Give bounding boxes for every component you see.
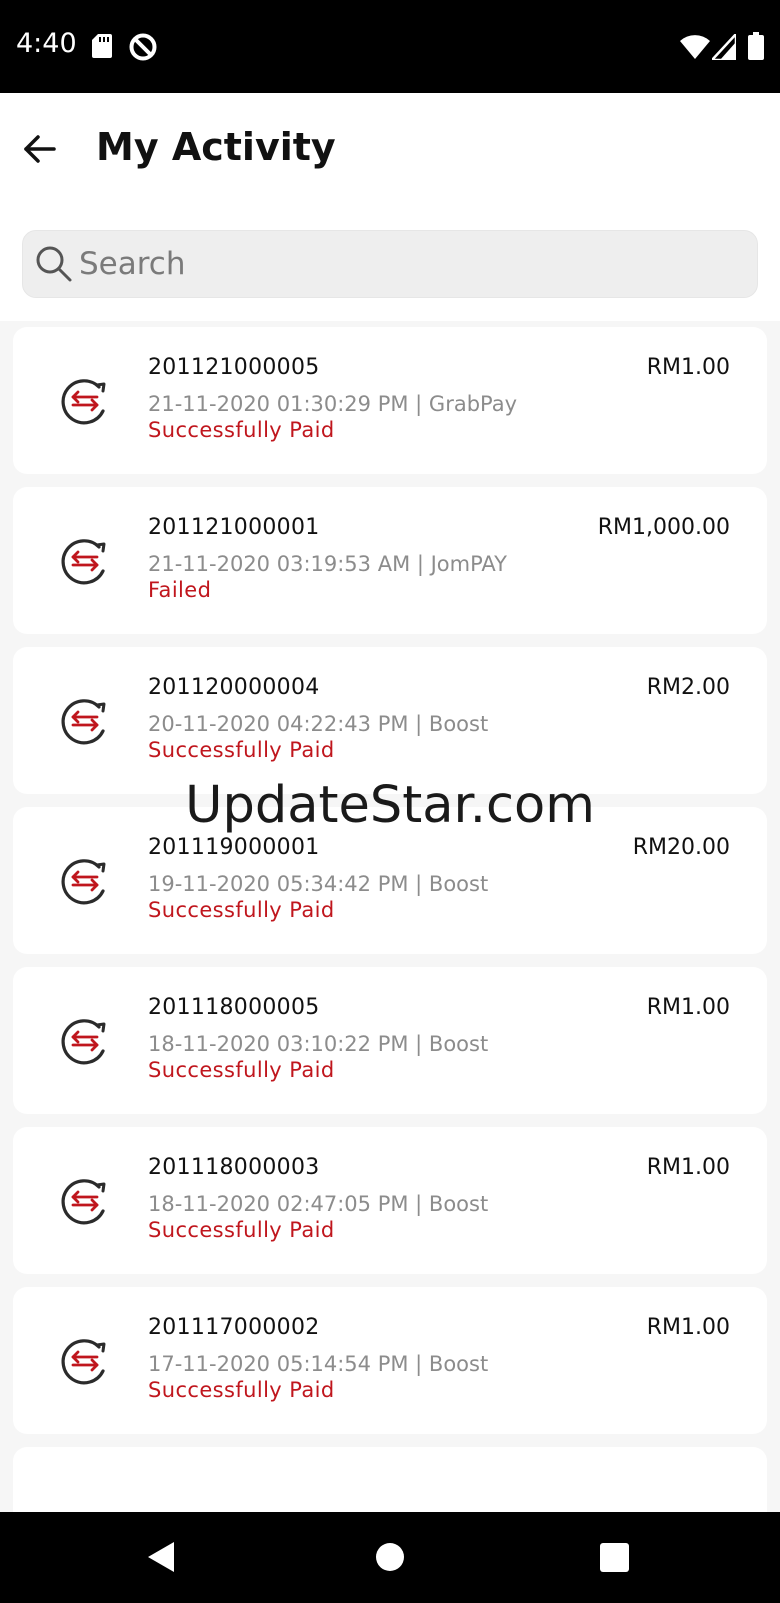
transaction-id: 201117000002 [148, 1315, 320, 1340]
transaction-card[interactable]: 201118000003 18-11-2020 02:47:05 PM | Boo… [13, 1127, 767, 1274]
back-arrow-icon[interactable] [20, 129, 60, 169]
transaction-amount: RM1.00 [646, 1155, 730, 1180]
transaction-id: 201118000003 [148, 1155, 320, 1180]
transaction-card[interactable]: 201121000001 21-11-2020 03:19:53 AM | Jom… [13, 487, 767, 634]
transaction-amount: RM1.00 [646, 1315, 730, 1340]
transaction-status: Successfully Paid [148, 1378, 335, 1402]
transaction-id: 201121000005 [148, 355, 320, 380]
transaction-meta: 20-11-2020 04:22:43 PM | Boost [148, 712, 489, 736]
search-bar[interactable] [22, 230, 758, 298]
transaction-amount: RM2.00 [646, 675, 730, 700]
transfer-icon [61, 1339, 106, 1385]
transaction-amount: RM20.00 [632, 835, 730, 860]
transaction-meta: 21-11-2020 03:19:53 AM | JomPAY [148, 552, 507, 576]
nav-back-icon[interactable] [146, 1540, 178, 1574]
transaction-amount: RM1,000.00 [597, 515, 730, 540]
nav-home-icon[interactable] [375, 1542, 405, 1572]
transfer-icon [61, 379, 106, 425]
transaction-status: Successfully Paid [148, 738, 335, 762]
sd-card-icon [92, 34, 112, 58]
transaction-id: 201121000001 [148, 515, 320, 540]
transaction-amount: RM1.00 [646, 995, 730, 1020]
battery-icon [748, 32, 764, 60]
transfer-icon [61, 699, 106, 745]
transfer-icon [61, 539, 106, 585]
nav-recents-icon[interactable] [600, 1543, 629, 1572]
transaction-id: 201120000004 [148, 675, 320, 700]
transaction-status: Successfully Paid [148, 1058, 335, 1082]
transfer-icon [61, 1019, 106, 1065]
transaction-meta: 17-11-2020 05:14:54 PM | Boost [148, 1352, 489, 1376]
transaction-amount: RM1.00 [646, 355, 730, 380]
transfer-icon [61, 859, 106, 905]
transaction-meta: 21-11-2020 01:30:29 PM | GrabPay [148, 392, 518, 416]
transaction-card[interactable]: 201119000001 19-11-2020 05:34:42 PM | Boo… [13, 807, 767, 954]
transaction-meta: 18-11-2020 03:10:22 PM | Boost [148, 1032, 489, 1056]
transaction-card[interactable]: 201120000004 20-11-2020 04:22:43 PM | Boo… [13, 647, 767, 794]
activity-list: 201121000005 21-11-2020 01:30:29 PM | Gra… [0, 321, 780, 1512]
transaction-status: Successfully Paid [148, 418, 335, 442]
wifi-icon [680, 35, 710, 59]
transaction-status: Successfully Paid [148, 898, 335, 922]
transaction-meta: 19-11-2020 05:34:42 PM | Boost [148, 872, 489, 896]
status-bar: 4:40 [0, 0, 780, 93]
do-not-disturb-icon [129, 33, 157, 61]
navigation-bar [0, 1512, 780, 1603]
transaction-card[interactable]: 201118000005 18-11-2020 03:10:22 PM | Boo… [13, 967, 767, 1114]
signal-icon [712, 34, 736, 60]
search-icon [36, 246, 72, 282]
page-title: My Activity [96, 125, 336, 169]
transfer-icon [61, 1179, 106, 1225]
transaction-status: Successfully Paid [148, 1218, 335, 1242]
transaction-id: 201119000001 [148, 835, 320, 860]
app-header: My Activity [0, 93, 780, 321]
transaction-id: 201118000005 [148, 995, 320, 1020]
transaction-status: Failed [148, 578, 212, 602]
transaction-card[interactable]: 201117000002 17-11-2020 05:14:54 PM | Boo… [13, 1287, 767, 1434]
search-input[interactable] [79, 231, 739, 297]
transaction-card[interactable] [13, 1447, 767, 1512]
transaction-card[interactable]: 201121000005 21-11-2020 01:30:29 PM | Gra… [13, 327, 767, 474]
status-time: 4:40 [16, 28, 77, 59]
transaction-meta: 18-11-2020 02:47:05 PM | Boost [148, 1192, 489, 1216]
